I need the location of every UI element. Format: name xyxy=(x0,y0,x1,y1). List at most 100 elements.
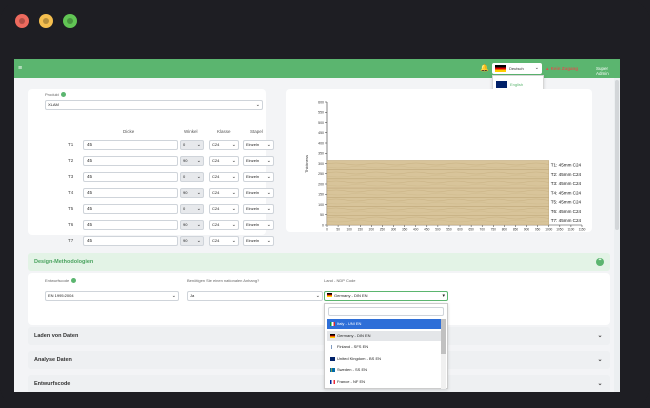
stack-select[interactable]: Einzeln ⌄ xyxy=(243,236,274,246)
ndp-option[interactable]: Germany - DIN EN xyxy=(327,330,441,341)
fi-flag-icon xyxy=(330,345,335,349)
bell-icon[interactable]: 🔔 xyxy=(480,64,489,72)
info-icon xyxy=(71,278,77,284)
ndp-option-label: France - NF EN xyxy=(337,378,366,384)
ndp-scrollbar[interactable] xyxy=(441,319,446,389)
chevron-down-icon: ⌄ xyxy=(231,206,236,212)
x-tick-label: 500 xyxy=(435,228,441,232)
x-tick-label: 50 xyxy=(336,228,340,232)
x-tick-label: 150 xyxy=(358,228,364,232)
ndp-option[interactable]: United Kingdom - BS EN xyxy=(327,354,441,364)
user-role[interactable]: Super Admin xyxy=(596,66,620,76)
angle-select[interactable]: 90 ⌄ xyxy=(180,220,204,230)
class-select[interactable]: C24 ⌄ xyxy=(209,236,239,246)
chevron-down-icon: ⌄ xyxy=(196,222,201,228)
stack-select[interactable]: Einzeln ⌄ xyxy=(243,220,274,230)
ndp-select[interactable]: Germany - DIN EN ▾ xyxy=(324,291,448,301)
page-scrollbar[interactable] xyxy=(614,78,620,392)
class-select[interactable]: C24 ⌄ xyxy=(209,140,239,150)
angle-select[interactable]: 0 ⌄ xyxy=(180,140,204,150)
de-flag-icon xyxy=(330,333,335,338)
ndp-option-label: Sweden - SS EN xyxy=(337,367,368,372)
stack-select[interactable]: Einzeln ⌄ xyxy=(243,204,274,214)
thickness-input[interactable]: 45 xyxy=(83,220,178,230)
chevron-down-icon: ⌄ xyxy=(315,293,320,299)
chevron-down-icon: ⌄ xyxy=(266,190,271,196)
x-tick-label: 200 xyxy=(369,228,375,232)
class-select[interactable]: C24 ⌄ xyxy=(209,188,239,198)
ndp-search-input[interactable] xyxy=(328,307,444,316)
y-tick-label: 600 xyxy=(318,100,324,104)
stack-value: Einzeln xyxy=(246,158,260,163)
angle-select[interactable]: 0 ⌄ xyxy=(180,172,204,182)
language-select[interactable]: Deutsch ⌄ xyxy=(492,63,542,74)
chevron-down-icon: ⌄ xyxy=(534,65,539,71)
x-tick-label: 250 xyxy=(380,228,386,232)
thickness-input[interactable]: 45 xyxy=(83,172,178,182)
ndp-option[interactable]: Sweden - SS EN xyxy=(327,365,441,375)
close-icon xyxy=(19,18,25,24)
row-label: T1 xyxy=(68,142,74,147)
stack-select[interactable]: Einzeln ⌄ xyxy=(243,156,274,166)
thickness-input[interactable]: 45 xyxy=(83,188,178,198)
angle-select[interactable]: 90 ⌄ xyxy=(180,156,204,166)
class-select[interactable]: C24 ⌄ xyxy=(209,220,239,230)
scrollbar-thumb[interactable] xyxy=(615,80,619,230)
x-tick-label: 0 xyxy=(326,228,328,232)
design-code-section[interactable]: Entwurfscode ⌄ xyxy=(28,375,610,392)
design-code-select[interactable]: EN 1995:2004 ⌄ xyxy=(45,291,179,301)
y-tick-label: 400 xyxy=(318,141,324,145)
language-option-english[interactable]: English xyxy=(496,79,544,89)
design-card: Entwurfscode EN 1995:2004 ⌄ Benötigen Sie… xyxy=(28,273,610,325)
ndp-option[interactable]: France - NF EN xyxy=(327,377,441,387)
stack-select[interactable]: Einzeln ⌄ xyxy=(243,172,274,182)
stack-select[interactable]: Einzeln ⌄ xyxy=(243,140,274,150)
x-tick-label: 750 xyxy=(491,228,497,232)
analysis-data-section[interactable]: Analyse Daten ⌄ xyxy=(28,351,610,369)
angle-value: 90 xyxy=(183,158,188,163)
thickness-input[interactable]: 45 xyxy=(83,204,178,214)
angle-select[interactable]: 90 ⌄ xyxy=(180,188,204,198)
ndp-option[interactable]: Italy - UNI EN xyxy=(327,319,441,329)
app-screen: ≡ 🔔 Deutsch ⌄ ▲ Kein Zugang Super Admin … xyxy=(14,59,620,392)
class-select[interactable]: C24 ⌄ xyxy=(209,156,239,166)
layer-bar xyxy=(326,160,549,170)
layer-chart: 6005505004504003503002502001501005000 50 1… xyxy=(304,100,586,232)
chevron-down-icon: ▾ xyxy=(442,293,445,299)
window-maximize-button[interactable] xyxy=(63,14,77,28)
class-select[interactable]: C24 ⌄ xyxy=(209,172,239,182)
scrollbar-thumb[interactable] xyxy=(441,319,446,354)
layer-label: T3: 45mm C24 xyxy=(551,181,582,186)
annex-select[interactable]: Ja ⌄ xyxy=(187,291,323,301)
chevron-down-icon: ⌄ xyxy=(231,238,236,244)
class-select[interactable]: C24 ⌄ xyxy=(209,204,239,214)
product-select[interactable]: XLAM ⌄ xyxy=(45,100,263,110)
y-tick-label: 550 xyxy=(318,111,324,115)
angle-value: 0 xyxy=(183,206,186,211)
x-tick-label: 950 xyxy=(535,228,541,232)
angle-select[interactable]: 0 ⌄ xyxy=(180,204,204,214)
x-tick-label: 100 xyxy=(347,228,353,232)
x-tick-label: 1050 xyxy=(556,228,563,232)
window-minimize-button[interactable] xyxy=(39,14,53,28)
menu-icon[interactable]: ≡ xyxy=(18,65,22,72)
stack-value: Einzeln xyxy=(246,174,260,179)
y-tick-label: 50 xyxy=(320,213,324,217)
chevron-down-icon: ⌄ xyxy=(231,158,236,164)
stack-select[interactable]: Einzeln ⌄ xyxy=(243,188,274,198)
angle-select[interactable]: 90 ⌄ xyxy=(180,236,204,246)
ndp-option-label: United Kingdom - BS EN xyxy=(337,355,382,361)
class-value: C24 xyxy=(212,142,220,147)
window-close-button[interactable] xyxy=(15,14,29,28)
thickness-input[interactable]: 45 xyxy=(83,156,178,166)
stack-value: Einzeln xyxy=(246,142,260,147)
thickness-input[interactable]: 45 xyxy=(83,236,178,246)
loading-data-section[interactable]: Laden von Daten ⌄ xyxy=(28,327,610,345)
layer-label: T4: 45mm C24 xyxy=(551,190,582,195)
thickness-input[interactable]: 45 xyxy=(83,140,178,150)
chevron-up-icon: ⌃ xyxy=(596,258,604,266)
ndp-option[interactable]: Finland - SFS EN xyxy=(327,342,441,352)
layer-bar xyxy=(326,187,549,198)
account-status[interactable]: ▲ Kein Zugang xyxy=(545,66,578,71)
design-section-header[interactable]: Design-Methodologien ⌃ xyxy=(28,253,610,271)
